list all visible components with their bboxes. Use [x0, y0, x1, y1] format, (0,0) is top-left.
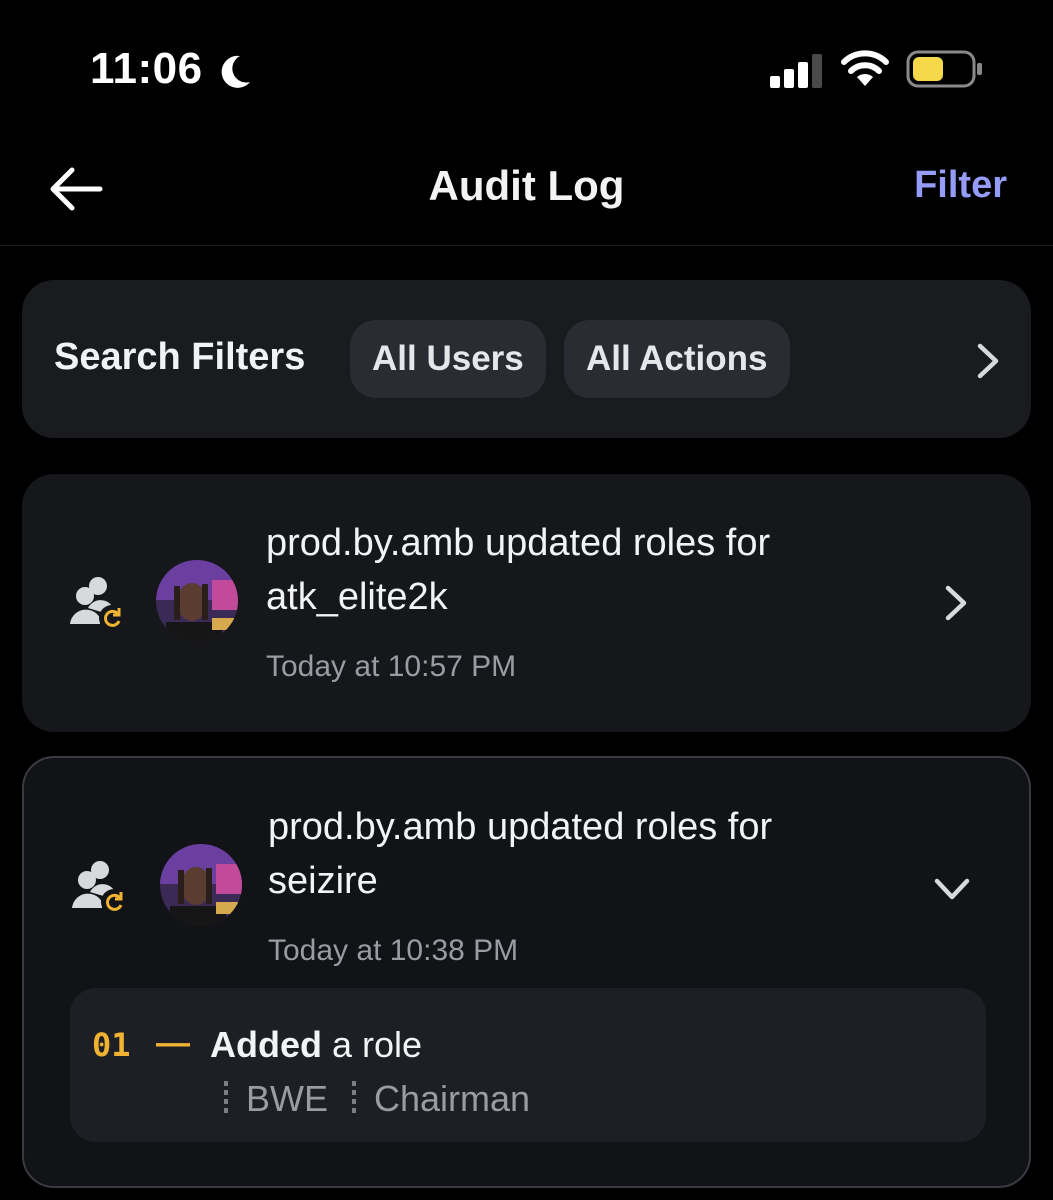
moon-icon [221, 55, 250, 88]
all-users-chip[interactable]: All Users [350, 320, 546, 398]
audit-log-entry[interactable]: prod.by.amb updated roles for atk_elite2… [22, 474, 1031, 732]
status-bar: 11:06 [0, 0, 1053, 140]
role-list: BWE Chairman [224, 1078, 554, 1120]
role-bwe: BWE [246, 1078, 329, 1119]
role-separator [352, 1081, 357, 1117]
entry-timestamp: Today at 10:38 PM [268, 934, 519, 967]
change-verb: Added [210, 1024, 322, 1065]
status-time: 11:06 [90, 44, 203, 93]
avatar [160, 844, 242, 926]
change-index: 01 [92, 1026, 131, 1064]
chevron-right-icon[interactable] [975, 342, 1001, 380]
audit-log-entry-expanded[interactable]: prod.by.amb updated roles for seizire To… [22, 756, 1031, 1188]
entry-text-line1: prod.by.amb updated roles for [266, 522, 771, 564]
cellular-signal-icon [770, 54, 822, 88]
entry-text-line1: prod.by.amb updated roles for [268, 806, 773, 848]
change-dash: — [156, 1024, 190, 1062]
chevron-down-icon[interactable] [933, 876, 971, 902]
entry-description: prod.by.amb updated roles for atk_elite2… [266, 516, 886, 624]
chevron-right-icon[interactable] [943, 584, 969, 622]
avatar [156, 560, 238, 642]
nav-bar: Audit Log Filter [0, 140, 1053, 246]
member-role-update-icon [70, 577, 125, 631]
entry-description: prod.by.amb updated roles for seizire [268, 800, 888, 908]
wifi-icon [841, 50, 889, 86]
entry-text-line2: seizire [268, 860, 378, 902]
role-separator [224, 1081, 228, 1117]
entry-timestamp: Today at 10:57 PM [266, 650, 517, 683]
all-actions-chip[interactable]: All Actions [564, 320, 790, 398]
change-description: Added a role [210, 1024, 422, 1066]
role-chairman: Chairman [374, 1078, 531, 1119]
filter-button[interactable]: Filter [914, 164, 1007, 207]
entry-text-line2: atk_elite2k [266, 576, 448, 618]
member-role-update-icon [72, 861, 127, 915]
change-detail: 01 — Added a role BWE Chairman [70, 988, 986, 1142]
search-filters-card: Search Filters All Users All Actions [22, 280, 1031, 438]
search-filters-label: Search Filters [54, 336, 306, 378]
audit-log-screen: 11:06 Audit Log Filter Search Filters Al… [0, 0, 1053, 1200]
change-rest: a role [332, 1024, 423, 1065]
page-title: Audit Log [428, 162, 625, 209]
battery-icon [906, 50, 982, 88]
